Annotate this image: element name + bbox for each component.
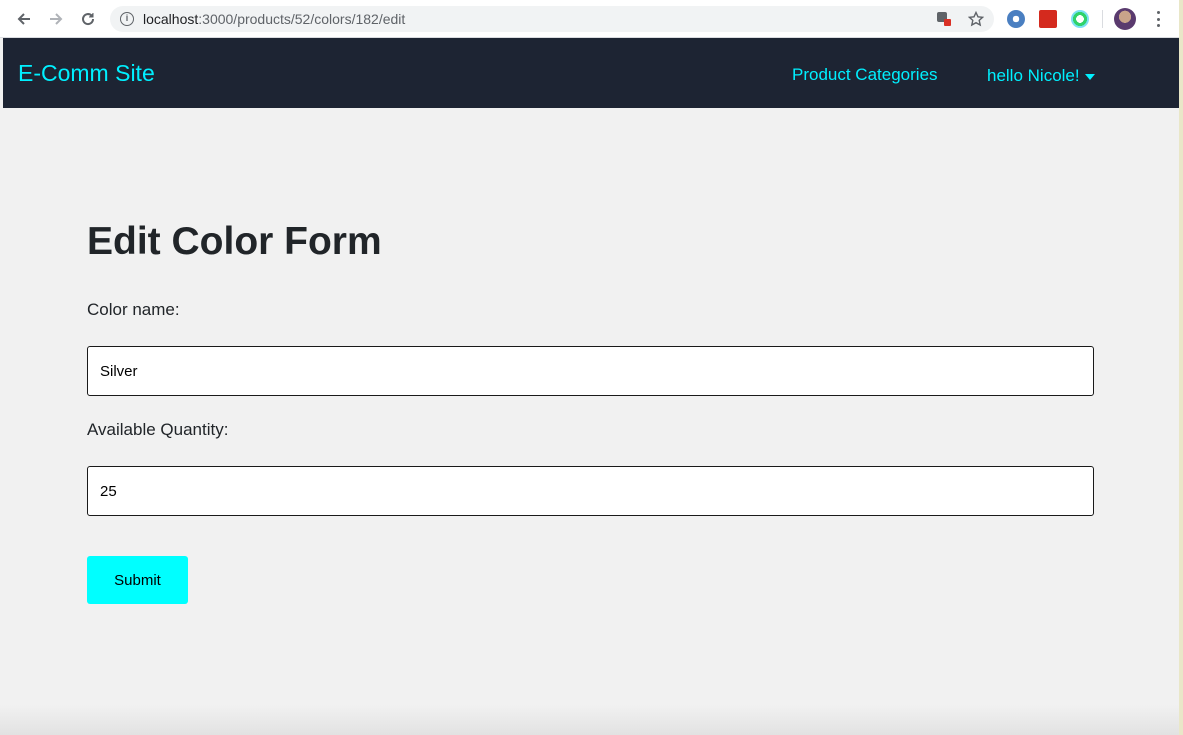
desktop-backdrop	[1179, 0, 1183, 735]
browser-window: i localhost:3000/products/52/colors/182/…	[0, 0, 1179, 735]
nav-link-product-categories[interactable]: Product Categories	[792, 65, 938, 85]
page-title: Edit Color Form	[87, 220, 382, 263]
site-navbar: E-Comm Site Product Categories hello Nic…	[3, 38, 1179, 108]
back-arrow-icon	[17, 13, 30, 25]
site-info-icon[interactable]: i	[120, 12, 134, 26]
bottom-shade	[0, 705, 1179, 735]
extension-globe-icon[interactable]	[1007, 10, 1025, 28]
submit-button[interactable]: Submit	[87, 556, 188, 604]
profile-avatar[interactable]	[1114, 8, 1136, 30]
url-path: :3000/products/52/colors/182/edit	[198, 11, 406, 27]
extension-target-icon[interactable]	[1071, 10, 1089, 28]
user-menu-dropdown[interactable]: hello Nicole!	[987, 66, 1095, 86]
toolbar-separator	[1102, 10, 1103, 28]
address-bar[interactable]: i localhost:3000/products/52/colors/182/…	[110, 6, 994, 32]
url-host: localhost	[143, 11, 199, 27]
quantity-label: Available Quantity:	[87, 420, 229, 439]
back-button[interactable]	[13, 8, 35, 30]
forward-button[interactable]	[45, 8, 67, 30]
forward-arrow-icon	[50, 13, 63, 25]
extension-red-icon[interactable]	[1039, 10, 1057, 28]
caret-down-icon	[1084, 74, 1095, 80]
brand-link[interactable]: E-Comm Site	[18, 60, 155, 87]
translate-icon[interactable]	[935, 10, 953, 28]
reload-icon	[82, 13, 95, 26]
color-name-label: Color name:	[87, 300, 180, 319]
quantity-input[interactable]	[87, 466, 1094, 516]
reload-button[interactable]	[77, 8, 99, 30]
browser-menu-icon[interactable]	[1150, 9, 1166, 29]
browser-toolbar: i localhost:3000/products/52/colors/182/…	[0, 0, 1179, 38]
url-text[interactable]: localhost:3000/products/52/colors/182/ed…	[143, 11, 405, 27]
bookmark-star-icon[interactable]	[967, 10, 985, 28]
color-name-input[interactable]	[87, 346, 1094, 396]
user-greeting: hello Nicole!	[987, 66, 1080, 85]
